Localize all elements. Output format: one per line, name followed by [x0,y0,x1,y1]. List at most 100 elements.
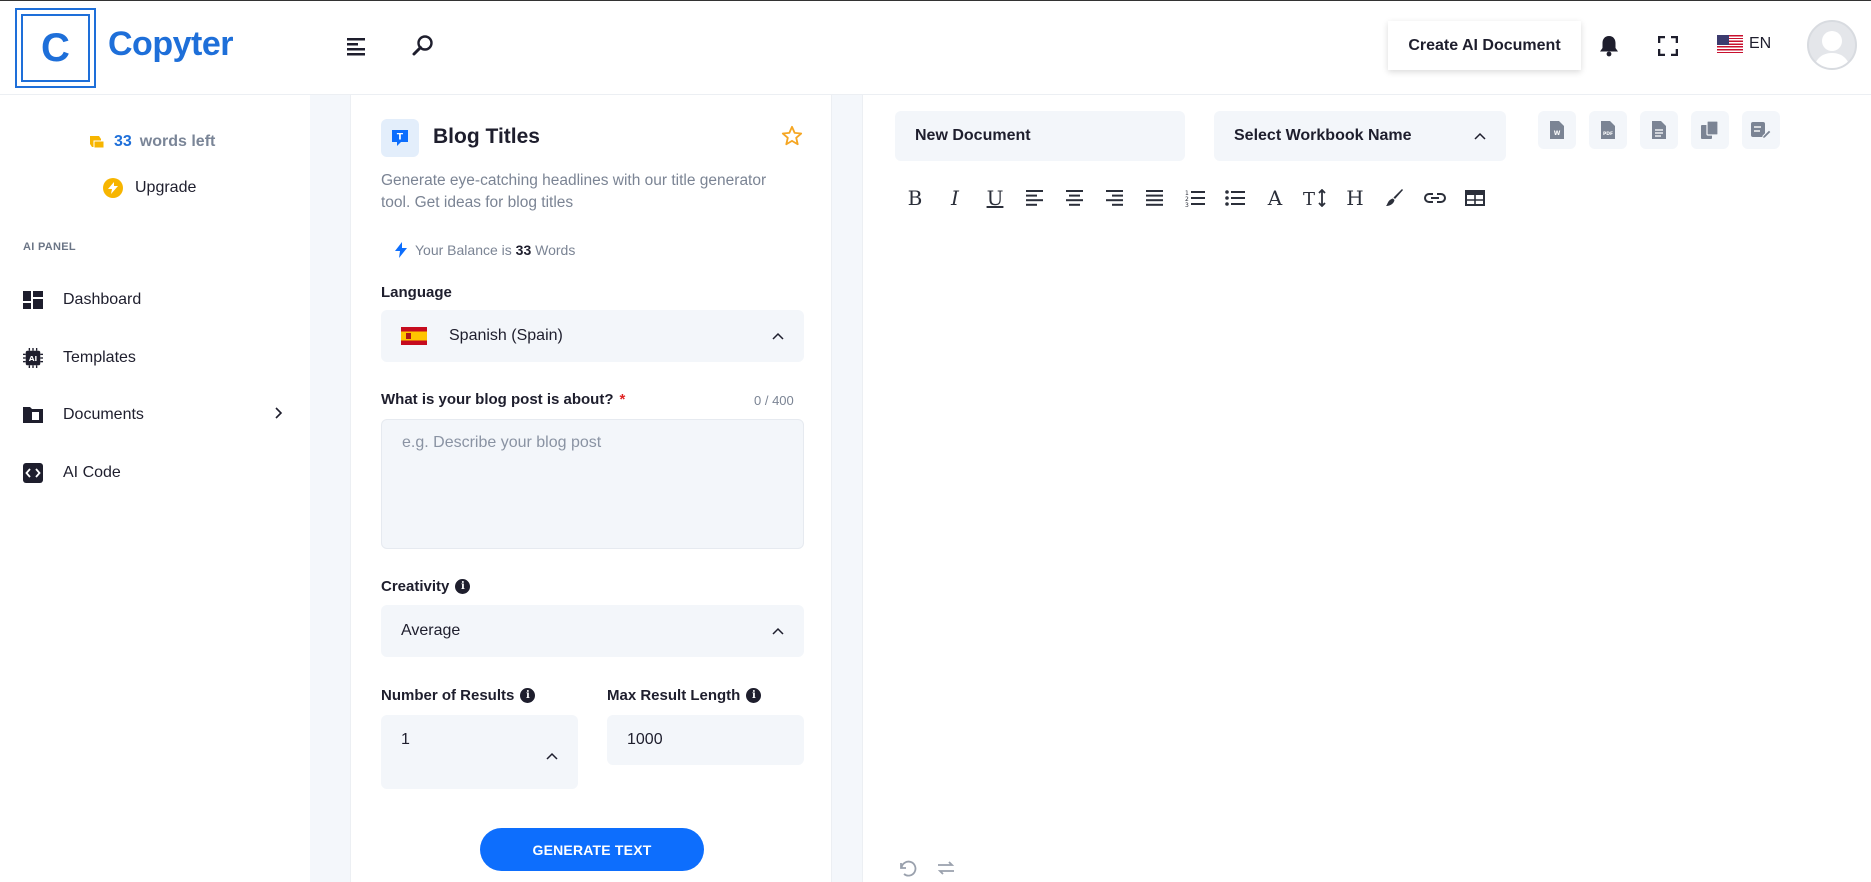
template-description: Generate eye-catching headlines with our… [381,172,767,211]
export-pdf-button[interactable]: PDF [1589,111,1627,149]
scroll-icon [90,136,105,149]
align-right-icon[interactable] [1095,183,1135,213]
sidebar-item-label: Dashboard [63,291,142,308]
workbook-select[interactable]: Select Workbook Name [1214,111,1506,161]
spain-flag-icon [401,327,427,345]
avatar-placeholder-icon [1813,31,1851,68]
document-name-input[interactable] [895,111,1185,161]
align-left-icon[interactable] [1015,183,1055,213]
upgrade-bolt-icon [103,178,123,198]
sidebar-item-documents[interactable]: Documents [23,400,283,430]
create-ai-document-button[interactable]: Create AI Document [1388,21,1581,70]
logo-letter: C [21,14,90,82]
export-text-button[interactable] [1640,111,1678,149]
character-counter: 0 / 400 [754,393,794,408]
undo-icon[interactable] [898,859,918,882]
creativity-label-text: Creativity [381,578,450,595]
words-left-label: words left [139,133,216,150]
balance-suffix: Words [535,242,576,258]
ai-panel-label: AI PANEL [23,241,76,253]
language-selector[interactable]: EN [1717,35,1771,53]
word-balance: Your Balance is 33 Words [395,242,575,258]
sidebar-item-label: Documents [63,406,144,423]
logo-text[interactable]: Copyter [108,25,233,64]
document-editor-panel: Select Workbook Name W PDF B I U [862,95,1871,882]
svg-text:PDF: PDF [1603,131,1613,137]
blog-about-label: What is your blog post is about? * [381,391,625,408]
bold-button[interactable]: B [895,183,935,213]
ai-chip-icon: AI [23,348,43,368]
heading-button[interactable]: H [1335,183,1375,213]
align-center-icon[interactable] [1055,183,1095,213]
sidebar-item-dashboard[interactable]: Dashboard [23,285,283,315]
save-document-button[interactable] [1742,111,1780,149]
editor-toolbar: B I U 123 A T H [895,183,1495,213]
creativity-value: Average [401,622,461,639]
sidebar: 33 words left Upgrade AI PANEL Dashboard… [0,95,310,882]
blog-titles-template-icon: T [381,119,419,157]
svg-text:W: W [1554,130,1561,137]
upgrade-label: Upgrade [135,179,197,196]
sidebar-item-templates[interactable]: AI Templates [23,343,283,373]
search-icon[interactable] [407,30,439,62]
user-avatar[interactable] [1807,20,1857,70]
chevron-right-icon[interactable] [275,406,283,424]
lightning-icon [395,242,407,258]
copy-document-button[interactable] [1691,111,1729,149]
svg-text:AI: AI [29,354,38,363]
code-icon [23,463,43,483]
bullet-list-icon[interactable] [1215,183,1255,213]
info-icon[interactable]: i [455,579,471,594]
number-of-results-select[interactable]: 1 [381,715,578,789]
favorite-star-icon[interactable] [781,125,803,152]
paint-brush-icon[interactable] [1375,183,1415,213]
menu-toggle-icon[interactable] [342,31,374,63]
word-file-icon: W [1550,121,1564,139]
upgrade-link[interactable]: Upgrade [103,178,196,198]
blog-about-textarea[interactable] [381,419,804,549]
creativity-label: Creativity i [381,578,471,595]
chevron-up-icon [772,622,784,640]
chevron-up-icon [1474,127,1486,145]
export-word-button[interactable]: W [1538,111,1576,149]
language-value: Spanish (Spain) [449,327,563,344]
bell-icon[interactable] [1593,30,1625,62]
chevron-up-icon [772,327,784,345]
ordered-list-icon[interactable]: 123 [1175,183,1215,213]
chevron-up-icon [546,747,558,765]
fullscreen-icon[interactable] [1652,30,1684,62]
number-of-results-label-text: Number of Results [381,687,515,704]
logo-mark[interactable]: C [15,8,96,88]
text-height-icon[interactable]: T [1295,183,1335,213]
folder-icon [23,405,43,425]
pdf-file-icon: PDF [1601,121,1615,139]
sidebar-item-label: Templates [63,349,136,366]
redo-icon[interactable] [936,859,956,882]
generate-text-button[interactable]: GENERATE TEXT [480,828,704,871]
max-result-length-input[interactable] [607,715,804,765]
sidebar-item-ai-code[interactable]: AI Code [23,458,283,488]
copy-icon [1701,121,1719,139]
undo-redo-group [898,859,956,882]
language-label-text: Language [381,284,452,301]
language-select[interactable]: Spanish (Spain) [381,310,804,362]
italic-button[interactable]: I [935,183,975,213]
save-edit-icon [1751,122,1771,139]
underline-button[interactable]: U [975,183,1015,213]
language-label: Language [381,284,452,301]
balance-count: 33 [515,242,532,258]
info-icon[interactable]: i [746,688,762,703]
language-code: EN [1749,35,1772,52]
us-flag-icon [1717,35,1743,53]
font-color-button[interactable]: A [1255,183,1295,213]
creativity-select[interactable]: Average [381,605,804,657]
info-icon[interactable]: i [520,688,536,703]
table-icon[interactable] [1455,183,1495,213]
balance-prefix: Your Balance is [415,242,512,258]
max-result-length-label: Max Result Length i [607,687,762,704]
link-icon[interactable] [1415,183,1455,213]
max-result-length-label-text: Max Result Length [607,687,741,704]
top-header: C Copyter Create AI Document EN [0,1,1871,95]
align-justify-icon[interactable] [1135,183,1175,213]
required-asterisk: * [619,391,626,408]
